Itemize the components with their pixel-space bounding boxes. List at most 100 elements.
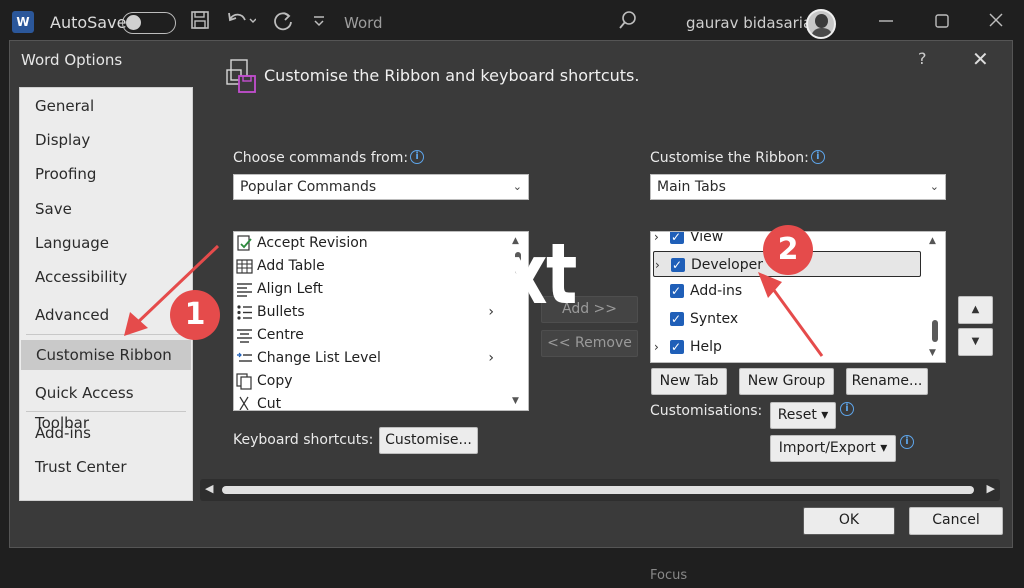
undo-icon[interactable] xyxy=(226,10,257,35)
info-icon[interactable]: i xyxy=(810,150,825,164)
ok-button[interactable]: OK xyxy=(803,507,895,535)
new-tab-button[interactable]: New Tab xyxy=(651,368,727,395)
scroll-thumb[interactable] xyxy=(222,486,974,494)
autosave-toggle[interactable] xyxy=(122,12,176,34)
nav-item-advanced[interactable]: Advanced xyxy=(20,300,192,330)
customise-ribbon-value: Main Tabs xyxy=(657,179,726,195)
scroll-up-icon[interactable]: ▲ xyxy=(929,236,936,246)
customise-ribbon-label: Customise the Ribbon: i xyxy=(650,150,825,166)
import-export-button[interactable]: Import/Export ▾ xyxy=(770,435,896,462)
checkbox[interactable] xyxy=(670,306,684,332)
nav-item-quick-access-toolbar[interactable]: Quick Access Toolbar xyxy=(20,378,192,432)
avatar[interactable] xyxy=(806,9,836,39)
close-icon[interactable]: ✕ xyxy=(972,47,989,71)
nav-item-general[interactable]: General xyxy=(20,91,192,121)
help-icon[interactable]: ? xyxy=(918,49,927,68)
checkbox[interactable] xyxy=(670,232,684,250)
info-icon[interactable]: i xyxy=(840,402,854,416)
cut-icon xyxy=(236,396,253,410)
list-item-label: Add Table xyxy=(257,258,325,274)
scroll-left-icon[interactable]: ◀ xyxy=(205,482,213,495)
triangle-up-icon: ▲ xyxy=(971,304,980,315)
search-icon[interactable] xyxy=(618,10,638,35)
status-bar: Focus xyxy=(0,562,1024,588)
remove-button[interactable]: << Remove xyxy=(541,330,638,357)
nav-item-add-ins[interactable]: Add-ins xyxy=(20,418,192,448)
nav-item-accessibility[interactable]: Accessibility xyxy=(20,262,192,292)
word-logo-icon: W xyxy=(12,11,34,33)
nav-item-customise-ribbon[interactable]: Customise Ribbon xyxy=(21,340,191,370)
expand-chevron-icon[interactable]: › xyxy=(654,334,659,360)
list-item-label: Bullets xyxy=(257,304,305,320)
submenu-arrow-icon: › xyxy=(488,350,494,366)
checkbox[interactable] xyxy=(671,252,685,278)
nav-item-save[interactable]: Save xyxy=(20,194,192,224)
word-title-bar: W AutoSave Word gaurav bidasaria xyxy=(0,0,1024,44)
tree-item-add-ins[interactable]: Add-ins xyxy=(653,278,921,304)
expand-chevron-icon[interactable]: › xyxy=(654,232,659,250)
choose-commands-label: Choose commands from: i xyxy=(233,150,425,166)
list-item[interactable]: Copy xyxy=(236,370,498,393)
maximize-icon[interactable] xyxy=(934,10,950,35)
customise-ribbon-text: Customise the Ribbon: xyxy=(650,150,809,166)
list-item-label: Align Left xyxy=(257,281,323,297)
list-item[interactable]: Cut xyxy=(236,393,498,410)
tree-item-label: Developer xyxy=(691,257,764,273)
cancel-button[interactable]: Cancel xyxy=(909,507,1003,535)
align-center-icon xyxy=(236,327,253,344)
choose-commands-text: Choose commands from: xyxy=(233,150,409,166)
tree-item-help[interactable]: › Help xyxy=(653,334,921,360)
accept-revision-icon xyxy=(236,235,253,252)
keyboard-shortcuts-label: Keyboard shortcuts: xyxy=(233,432,374,448)
window-close-icon[interactable] xyxy=(988,10,1004,35)
nav-divider xyxy=(26,334,186,335)
tree-item-label: View xyxy=(690,231,724,245)
nav-item-language[interactable]: Language xyxy=(20,228,192,258)
customise-shortcuts-button[interactable]: Customise... xyxy=(379,427,478,454)
minimize-icon[interactable] xyxy=(878,10,894,35)
expand-chevron-icon[interactable]: › xyxy=(655,252,660,278)
new-group-button[interactable]: New Group xyxy=(739,368,834,395)
redo-icon[interactable] xyxy=(272,10,294,37)
choose-commands-select[interactable]: Popular Commands ⌄ xyxy=(233,174,529,200)
tree-item-label: Help xyxy=(690,339,722,355)
save-icon[interactable] xyxy=(190,10,210,35)
dialog-horizontal-scrollbar[interactable]: ◀ ▶ xyxy=(200,479,1000,501)
nav-item-display[interactable]: Display xyxy=(20,125,192,155)
toggle-knob xyxy=(126,15,141,30)
step-badge-2: 2 xyxy=(763,225,813,275)
list-item[interactable]: Change List Level › xyxy=(236,347,498,370)
info-icon[interactable]: i xyxy=(410,150,425,164)
checkbox[interactable] xyxy=(670,334,684,360)
list-item[interactable]: Centre xyxy=(236,324,498,347)
tree-item-syntex[interactable]: Syntex xyxy=(653,306,921,332)
scroll-down-icon[interactable]: ▼ xyxy=(512,396,519,406)
scroll-down-icon[interactable]: ▼ xyxy=(929,348,936,358)
page-title: Customise the Ribbon and keyboard shortc… xyxy=(264,66,640,85)
scroll-right-icon[interactable]: ▶ xyxy=(987,482,995,495)
customisations-label: Customisations: xyxy=(650,403,763,419)
nav-item-trust-center[interactable]: Trust Center xyxy=(20,452,192,482)
chevron-down-icon: ⌄ xyxy=(929,180,939,193)
change-list-level-icon xyxy=(236,350,253,367)
info-icon[interactable]: i xyxy=(900,435,914,449)
nav-item-proofing[interactable]: Proofing xyxy=(20,159,192,189)
tree-item-label: Syntex xyxy=(690,311,739,327)
scroll-thumb[interactable] xyxy=(932,320,938,342)
move-down-button[interactable]: ▼ xyxy=(958,328,993,356)
customise-ribbon-select[interactable]: Main Tabs ⌄ xyxy=(650,174,946,200)
tree-item-label: Add-ins xyxy=(690,283,743,299)
table-icon xyxy=(236,258,253,275)
checkbox[interactable] xyxy=(670,278,684,304)
rename-button[interactable]: Rename... xyxy=(846,368,928,395)
tree-scrollbar[interactable]: ▲ ▼ xyxy=(925,232,945,362)
reset-button[interactable]: Reset ▾ xyxy=(770,402,836,429)
dialog-title: Word Options xyxy=(21,51,123,69)
options-nav: General Display Proofing Save Language A… xyxy=(19,87,193,501)
list-item-label: Change List Level xyxy=(257,350,381,366)
customize-toolbar-icon[interactable] xyxy=(312,10,326,35)
app-name: Word xyxy=(344,14,383,32)
move-up-button[interactable]: ▲ xyxy=(958,296,993,324)
focus-label[interactable]: Focus xyxy=(650,568,687,583)
choose-commands-value: Popular Commands xyxy=(240,179,377,195)
